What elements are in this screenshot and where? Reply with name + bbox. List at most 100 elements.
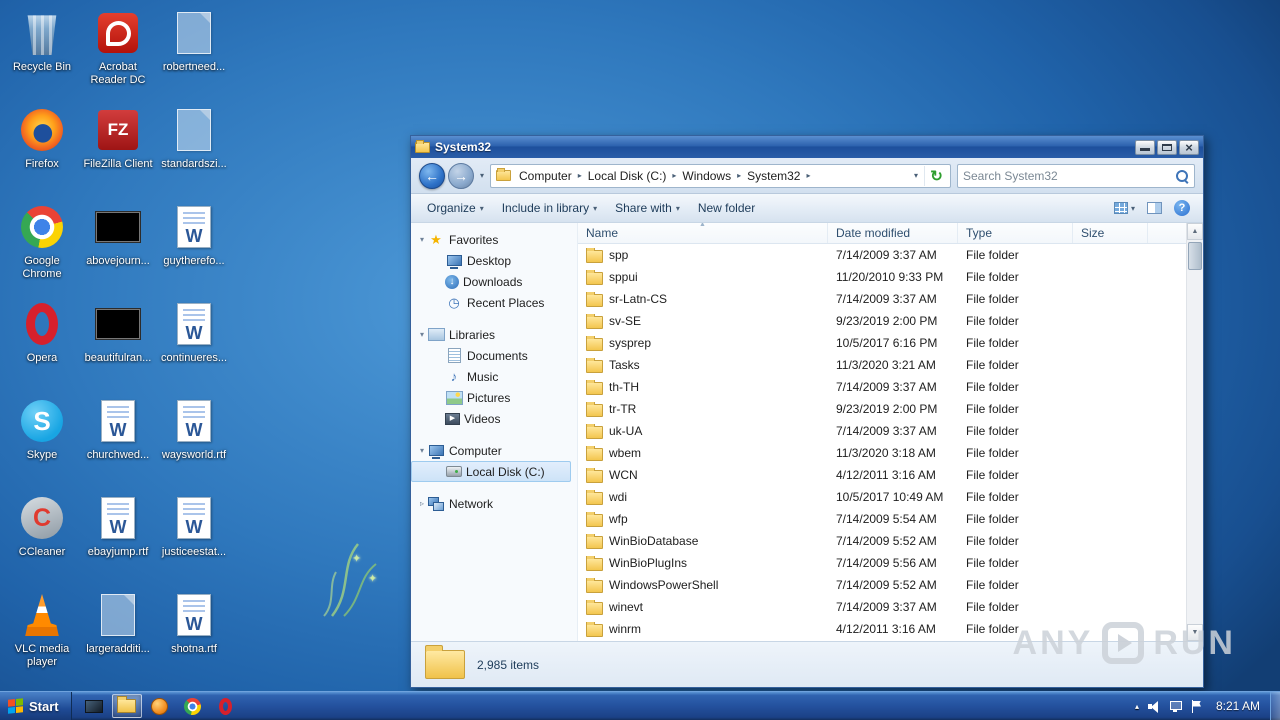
nav-item[interactable]: ◷ Recent Places [411,292,571,313]
taskbar-app-button[interactable] [211,694,241,718]
nav-item[interactable]: ▹ Network [411,493,571,514]
desktop-icon[interactable]: W continueres... [156,295,232,392]
file-row[interactable]: sysprep 10/5/2017 6:16 PM File folder [578,332,1186,354]
desktop-icon[interactable]: VLC media player [4,586,80,683]
breadcrumb-separator-icon[interactable]: ▸ [669,171,679,180]
desktop-icon[interactable]: W ebayjump.rtf [80,489,156,586]
toolbar-button[interactable]: Share with ▾ [607,197,688,219]
desktop-icon[interactable]: Firefox [4,101,80,198]
tree-expander-icon[interactable]: ▾ [417,235,427,244]
column-header-type[interactable]: Type [958,223,1073,243]
breadcrumb-item[interactable]: System32 ▸ [744,166,813,186]
desktop-icon[interactable]: W shotna.rtf [156,586,232,683]
file-row[interactable]: winevt 7/14/2009 3:37 AM File folder [578,596,1186,618]
action-center-flag-icon[interactable] [1191,699,1202,713]
maximize-button[interactable] [1157,139,1177,155]
nav-item[interactable]: Desktop [411,250,571,271]
recent-pages-caret-icon[interactable]: ▾ [480,171,484,180]
desktop-icon[interactable]: S Skype [4,392,80,489]
file-row[interactable]: WinBioPlugIns 7/14/2009 5:56 AM File fol… [578,552,1186,574]
desktop-icon[interactable]: FZ FileZilla Client [80,101,156,198]
breadcrumb-item[interactable]: Computer ▸ [516,166,585,186]
nav-item[interactable]: Local Disk (C:) [411,461,571,482]
desktop-icon[interactable]: C CCleaner [4,489,80,586]
search-icon[interactable] [1175,169,1189,183]
file-row[interactable]: wbem 11/3/2020 3:18 AM File folder [578,442,1186,464]
file-row[interactable]: WCN 4/12/2011 3:16 AM File folder [578,464,1186,486]
nav-item[interactable]: Pictures [411,387,571,408]
file-row[interactable]: sppui 11/20/2010 9:33 PM File folder [578,266,1186,288]
breadcrumb[interactable]: Computer ▸ Local Disk (C:) ▸ Windows ▸ S… [490,163,951,188]
scrollbar-track[interactable] [1187,240,1203,624]
desktop-icon[interactable]: largeradditi... [80,586,156,683]
file-row[interactable]: th-TH 7/14/2009 3:37 AM File folder [578,376,1186,398]
desktop-icon[interactable]: W guytherefo... [156,198,232,295]
vertical-scrollbar[interactable]: ▲ ▼ [1186,223,1203,641]
help-button[interactable]: ? [1169,197,1195,219]
taskbar-app-button[interactable] [178,694,208,718]
nav-item[interactable]: ▾ Libraries [411,324,571,345]
toolbar-button[interactable]: Include in library ▾ [494,197,605,219]
desktop-icon[interactable]: abovejourn... [80,198,156,295]
tree-expander-icon[interactable]: ▾ [417,446,427,455]
nav-item[interactable]: ▾ Computer [411,440,571,461]
close-button[interactable] [1179,139,1199,155]
forward-button[interactable]: → [448,162,474,189]
breadcrumb-separator-icon[interactable]: ▸ [803,171,813,180]
file-row[interactable]: wdi 10/5/2017 10:49 AM File folder [578,486,1186,508]
toolbar-button[interactable]: New folder [690,197,767,219]
scrollbar-thumb[interactable] [1188,242,1202,270]
desktop-icon[interactable]: standardszi... [156,101,232,198]
window-titlebar[interactable]: System32 [411,136,1203,158]
desktop-icon[interactable]: robertneed... [156,4,232,101]
volume-icon[interactable] [1147,700,1161,713]
breadcrumb-item[interactable]: Windows ▸ [679,166,744,186]
nav-item[interactable]: Documents [411,345,571,366]
nav-item[interactable]: ▶ Videos [411,408,571,429]
breadcrumb-separator-icon[interactable]: ▸ [734,171,744,180]
file-row[interactable]: Tasks 11/3/2020 3:21 AM File folder [578,354,1186,376]
desktop-icon[interactable]: W churchwed... [80,392,156,489]
scroll-up-button[interactable]: ▲ [1187,223,1203,240]
desktop-icon[interactable]: Recycle Bin [4,4,80,101]
taskbar-app-button[interactable] [111,694,142,718]
network-icon[interactable] [1169,700,1182,712]
file-row[interactable]: wfp 7/14/2009 5:54 AM File folder [578,508,1186,530]
refresh-button[interactable]: ↻ [924,165,948,186]
desktop-icon[interactable]: beautifulran... [80,295,156,392]
file-row[interactable]: WindowsPowerShell 7/14/2009 5:52 AM File… [578,574,1186,596]
minimize-button[interactable] [1135,139,1155,155]
scroll-down-button[interactable]: ▼ [1187,624,1203,641]
breadcrumb-separator-icon[interactable]: ▸ [575,171,585,180]
file-row[interactable]: spp 7/14/2009 3:37 AM File folder [578,244,1186,266]
column-header-size[interactable]: Size [1073,223,1148,243]
column-header-date-modified[interactable]: Date modified [828,223,958,243]
file-row[interactable]: uk-UA 7/14/2009 3:37 AM File folder [578,420,1186,442]
taskbar-clock[interactable]: 8:21 AM [1206,692,1270,720]
nav-item[interactable]: ↓ Downloads [411,271,571,292]
tree-expander-icon[interactable]: ▹ [417,499,427,508]
change-view-button[interactable]: ▾ [1109,199,1140,217]
nav-item[interactable]: ♪ Music [411,366,571,387]
file-row[interactable]: winrm 4/12/2011 3:16 AM File folder [578,618,1186,640]
preview-pane-button[interactable] [1142,199,1167,217]
taskbar-app-button[interactable] [145,694,175,718]
tree-expander-icon[interactable]: ▾ [417,330,427,339]
file-row[interactable]: tr-TR 9/23/2019 2:00 PM File folder [578,398,1186,420]
column-header-name[interactable]: Name ▲ [578,223,828,243]
desktop-icon[interactable]: W justiceestat... [156,489,232,586]
tray-overflow-chevron-icon[interactable]: ▴ [1135,702,1139,711]
desktop-icon[interactable]: W waysworld.rtf [156,392,232,489]
desktop-icon[interactable]: Google Chrome [4,198,80,295]
nav-item[interactable]: ▾ ★ Favorites [411,229,571,250]
address-dropdown-button[interactable]: ▾ [908,171,924,180]
start-button[interactable]: Start [0,692,72,720]
back-button[interactable]: ← [419,162,445,189]
file-row[interactable]: sv-SE 9/23/2019 2:00 PM File folder [578,310,1186,332]
search-input[interactable] [963,168,1175,183]
taskbar-app-button[interactable] [79,694,109,718]
file-row[interactable]: sr-Latn-CS 7/14/2009 3:37 AM File folder [578,288,1186,310]
file-row[interactable]: WinBioDatabase 7/14/2009 5:52 AM File fo… [578,530,1186,552]
breadcrumb-item[interactable]: Local Disk (C:) ▸ [585,166,680,186]
show-desktop-button[interactable] [1270,692,1280,720]
